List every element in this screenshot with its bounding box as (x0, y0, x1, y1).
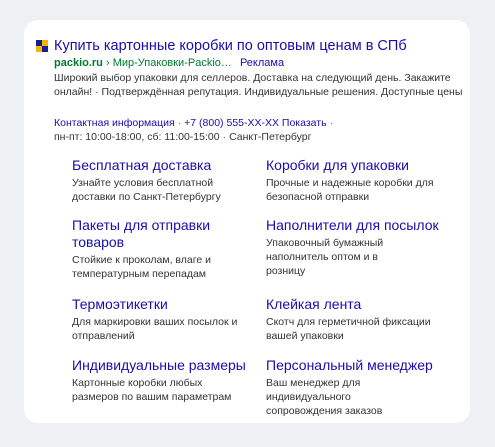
ad-title-link[interactable]: Купить картонные коробки по оптовым цена… (54, 38, 407, 54)
sitelink-text: Скотч для герметичной фиксации вашей упа… (266, 316, 431, 342)
show-phone-link[interactable]: Показать (282, 117, 327, 129)
sitelink-title[interactable]: Наполнители для посылок (266, 217, 446, 234)
city-label: Санкт-Петербург (229, 131, 312, 143)
ad-path-link[interactable]: › Мир-Упаковки-Packio… (106, 57, 232, 69)
sitelink-shipping-bags: Пакеты для отправки товаров Стойкие к пр… (72, 217, 222, 281)
ad-contacts: Контактная информация · +7 (800) 555-XX-XX… (54, 117, 334, 143)
sitelink-text: Стойкие к проколам, влаге и температурны… (72, 254, 211, 280)
sitelink-text: Для маркировки ваших посылок и отправлен… (72, 316, 238, 342)
sitelink-title[interactable]: Бесплатная доставка (72, 157, 252, 174)
sitelink-title[interactable]: Пакеты для отправки товаров (72, 217, 222, 251)
phone-link[interactable]: +7 (800) 555-XX-XX (184, 117, 279, 129)
sitelink-title[interactable]: Индивидуальные размеры (72, 357, 252, 374)
sitelink-boxes: Коробки для упаковки Прочные и надежные … (266, 157, 446, 204)
packio-favicon-icon (36, 40, 48, 52)
ad-description: Широкий выбор упаковки для селлеров. Дос… (54, 72, 463, 98)
sitelink-text: Узнайте условия бесплатной доставки по С… (72, 177, 221, 203)
ad-domain-link[interactable]: packio.ru (54, 57, 103, 69)
search-ad-card: Купить картонные коробки по оптовым цена… (24, 20, 470, 423)
sitelink-personal-manager: Персональный менеджер Ваш менеджер для и… (266, 357, 446, 418)
sitelink-thermo-labels: Термоэтикетки Для маркировки ваших посыл… (72, 296, 252, 343)
sitelink-free-delivery: Бесплатная доставка Узнайте условия бесп… (72, 157, 252, 204)
ad-url-row: packio.ru › Мир-Упаковки-Packio… Реклама (54, 57, 284, 69)
sitelink-text: Упаковочный бумажный наполнитель оптом и… (266, 237, 384, 277)
contact-info-link[interactable]: Контактная информация (54, 117, 175, 129)
sitelink-text: Прочные и надежные коробки для безопасно… (266, 177, 434, 203)
sitelink-text: Ваш менеджер для индивидуального сопрово… (266, 377, 383, 417)
ad-title-row: Купить картонные коробки по оптовым цена… (36, 38, 407, 54)
ad-label[interactable]: Реклама (240, 57, 284, 69)
sitelink-title[interactable]: Клейкая лента (266, 296, 446, 313)
sitelink-custom-sizes: Индивидуальные размеры Картонные коробки… (72, 357, 252, 404)
sitelink-title[interactable]: Коробки для упаковки (266, 157, 446, 174)
sitelink-fillers: Наполнители для посылок Упаковочный бума… (266, 217, 446, 278)
sitelink-title[interactable]: Персональный менеджер (266, 357, 446, 374)
working-hours: пн-пт: 10:00-18:00, сб: 11:00-15:00 (54, 131, 220, 143)
sitelink-text: Картонные коробки любых размеров по ваши… (72, 377, 232, 403)
sitelink-title[interactable]: Термоэтикетки (72, 296, 252, 313)
sitelink-adhesive-tape: Клейкая лента Скотч для герметичной фикс… (266, 296, 446, 343)
